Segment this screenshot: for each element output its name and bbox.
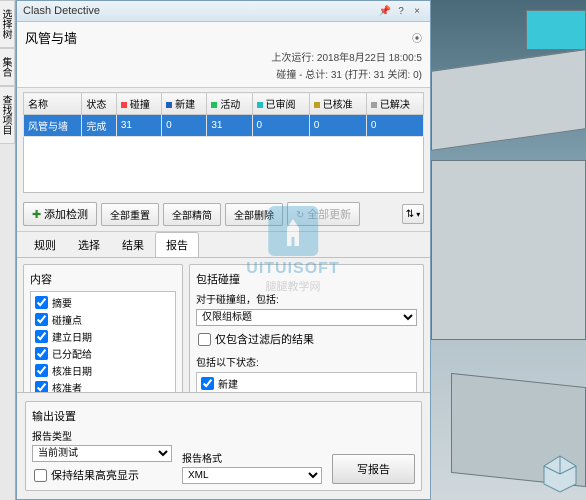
content-checklist: 摘要碰撞点建立日期已分配给核准日期核准者层名称项目路径项目 ID状态距离说明注释… bbox=[30, 291, 176, 392]
col-header[interactable]: 活动 bbox=[207, 93, 252, 115]
close-icon[interactable]: × bbox=[410, 4, 424, 18]
col-header[interactable]: 名称 bbox=[24, 93, 82, 115]
content-group: 内容 摘要碰撞点建立日期已分配给核准日期核准者层名称项目路径项目 ID状态距离说… bbox=[23, 264, 183, 392]
test-header: 风管与墙 ⦿ 上次运行: 2018年8月22日 18:00:5 碰撞 - 总计:… bbox=[17, 22, 430, 88]
col-header[interactable]: 状态 bbox=[82, 93, 117, 115]
col-header[interactable]: 碰撞 bbox=[116, 93, 161, 115]
add-test-button[interactable]: ✚ 添加检测 bbox=[23, 202, 97, 226]
help-icon[interactable]: ? bbox=[394, 4, 408, 18]
expand-icon[interactable]: ⦿ bbox=[412, 30, 422, 45]
tab-select[interactable]: 选择 bbox=[67, 232, 111, 257]
tab-bar: 规则 选择 结果 报告 bbox=[17, 232, 430, 258]
tab-results[interactable]: 结果 bbox=[111, 232, 155, 257]
pin-icon[interactable]: 📌 bbox=[378, 4, 392, 18]
delete-all-button[interactable]: 全部删除 bbox=[225, 203, 283, 226]
content-item[interactable]: 建立日期 bbox=[33, 328, 173, 345]
reset-all-button[interactable]: 全部重置 bbox=[101, 203, 159, 226]
status-item[interactable]: 新建 bbox=[199, 375, 414, 392]
content-item[interactable]: 已分配给 bbox=[33, 345, 173, 362]
col-header[interactable]: 已解决 bbox=[366, 93, 423, 115]
report-format-select[interactable]: XML bbox=[182, 467, 322, 484]
col-header[interactable]: 新建 bbox=[162, 93, 207, 115]
content-item[interactable]: 摘要 bbox=[33, 294, 173, 311]
summary: 碰撞 - 总计: 31 (打开: 31 关闭: 0) bbox=[25, 66, 422, 81]
tab-rules[interactable]: 规则 bbox=[23, 232, 67, 257]
col-header[interactable]: 已审阅 bbox=[252, 93, 309, 115]
update-all-button[interactable]: ↻ 全部更新 bbox=[287, 202, 360, 226]
3d-viewport[interactable] bbox=[431, 0, 586, 500]
write-report-button[interactable]: 写报告 bbox=[332, 454, 415, 484]
vtab-1[interactable]: 集合 bbox=[0, 48, 15, 86]
content-title: 内容 bbox=[30, 271, 176, 287]
tests-table: 名称状态碰撞新建活动已审阅已核准已解决 风管与墙完成 31031 000 bbox=[23, 92, 424, 137]
import-export-button[interactable]: ⇅▾ bbox=[402, 204, 424, 224]
test-name: 风管与墙 bbox=[25, 28, 77, 47]
vtab-0[interactable]: 选择树 bbox=[0, 0, 15, 48]
window-title: Clash Detective bbox=[23, 5, 376, 17]
output-group: 输出设置 报告类型 当前测试 保持结果高亮显示 报告格式 XML 写报告 bbox=[25, 401, 422, 491]
status-checklist: 新建活动已审阅已核准已解决 bbox=[196, 372, 417, 392]
content-item[interactable]: 碰撞点 bbox=[33, 311, 173, 328]
simplify-all-button[interactable]: 全部精简 bbox=[163, 203, 221, 226]
clash-panel: Clash Detective 📌 ? × 风管与墙 ⦿ 上次运行: 2018年… bbox=[16, 0, 431, 500]
vertical-tabs: 选择树 集合 查找项目 bbox=[0, 0, 16, 500]
group-mode-select[interactable]: 仅限组标题 bbox=[196, 309, 417, 326]
viewcube[interactable] bbox=[540, 454, 580, 494]
last-run: 上次运行: 2018年8月22日 18:00:5 bbox=[25, 49, 422, 64]
vtab-2[interactable]: 查找项目 bbox=[0, 86, 15, 144]
tab-report[interactable]: 报告 bbox=[155, 232, 199, 257]
col-header[interactable]: 已核准 bbox=[309, 93, 366, 115]
tests-toolbar: ✚ 添加检测 全部重置 全部精简 全部删除 ↻ 全部更新 ⇅▾ bbox=[17, 197, 430, 232]
table-empty-area bbox=[23, 137, 424, 193]
keep-highlight-checkbox[interactable] bbox=[34, 469, 47, 482]
content-item[interactable]: 核准者 bbox=[33, 379, 173, 392]
include-clash-group: 包括碰撞 对于碰撞组，包括: 仅限组标题 仅包含过滤后的结果 包括以下状态: 新… bbox=[189, 264, 424, 392]
titlebar: Clash Detective 📌 ? × bbox=[17, 1, 430, 22]
table-row[interactable]: 风管与墙完成 31031 000 bbox=[24, 115, 424, 137]
content-item[interactable]: 核准日期 bbox=[33, 362, 173, 379]
filter-only-checkbox[interactable] bbox=[198, 333, 211, 346]
report-type-select[interactable]: 当前测试 bbox=[32, 445, 172, 462]
